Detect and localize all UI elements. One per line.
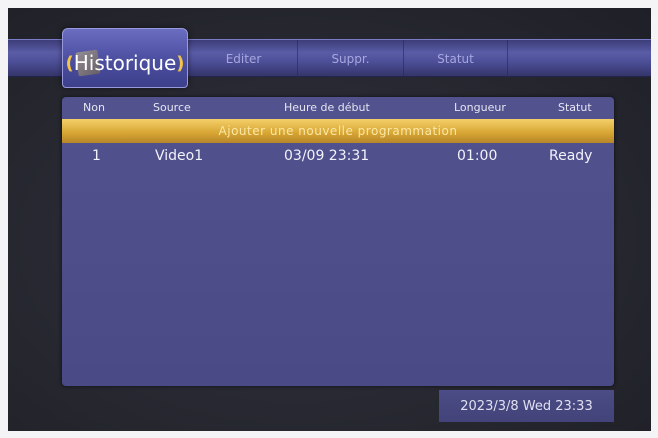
bracket-left-icon: ( — [65, 52, 74, 74]
tab-label: Statut — [437, 52, 474, 66]
screen: ( Historique ) Editer Suppr. Statut Non … — [8, 8, 651, 431]
tab-statut[interactable]: Statut — [404, 40, 508, 78]
column-header-num: Non — [83, 101, 105, 114]
column-header-length: Longueur — [454, 101, 506, 114]
row-status: Ready — [549, 148, 593, 164]
datetime-display: 2023/3/8 Wed 23:33 — [439, 390, 614, 422]
add-schedule-row[interactable]: Ajouter une nouvelle programmation — [62, 119, 614, 143]
add-schedule-label: Ajouter une nouvelle programmation — [218, 124, 458, 138]
row-start-time: 03/09 23:31 — [284, 148, 370, 164]
table-row[interactable]: 1 Video1 03/09 23:31 01:00 Ready — [62, 145, 614, 169]
table-header: Non Source Heure de début Longueur Statu… — [62, 97, 614, 119]
column-header-status: Statut — [558, 101, 592, 114]
tab-label: Historique — [73, 51, 177, 75]
schedule-table: Non Source Heure de début Longueur Statu… — [62, 97, 614, 386]
tab-historique[interactable]: ( Historique ) — [62, 28, 188, 88]
row-length: 01:00 — [457, 148, 498, 164]
column-header-source: Source — [153, 101, 191, 114]
bracket-right-icon: ) — [176, 52, 185, 74]
tab-label: Editer — [225, 52, 262, 66]
tab-editer[interactable]: Editer — [190, 40, 298, 78]
tab-suppr[interactable]: Suppr. — [298, 40, 404, 78]
menu-bar: ( Historique ) Editer Suppr. Statut — [8, 28, 651, 88]
column-header-start: Heure de début — [284, 101, 370, 114]
row-num: 1 — [92, 148, 101, 164]
row-source: Video1 — [155, 148, 204, 164]
datetime-text: 2023/3/8 Wed 23:33 — [460, 398, 593, 414]
tab-label: Suppr. — [331, 52, 370, 66]
